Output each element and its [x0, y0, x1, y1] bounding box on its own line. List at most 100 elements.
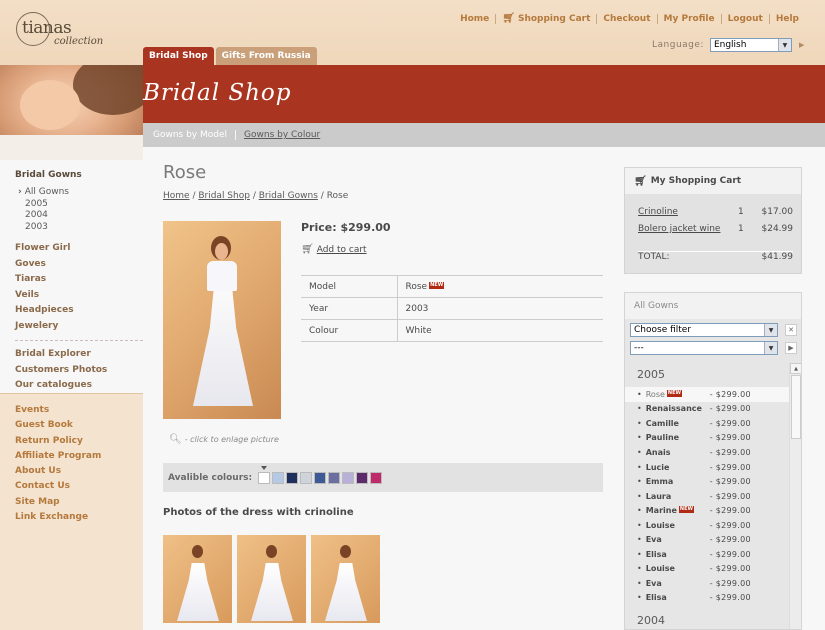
sidebar-item-bridal-explorer[interactable]: Bridal Explorer — [15, 347, 143, 363]
nav-checkout[interactable]: Checkout — [603, 14, 650, 24]
crinoline-photo-thumbnail[interactable] — [311, 535, 380, 623]
list-item[interactable]: • Camille - $299.00 — [625, 416, 789, 431]
nav-logout[interactable]: Logout — [728, 14, 763, 24]
sidebar-item-goves[interactable]: Goves — [15, 257, 143, 273]
colour-swatch[interactable] — [286, 471, 299, 484]
product-photo[interactable] — [163, 221, 281, 419]
nav-my-profile[interactable]: My Profile — [664, 14, 715, 24]
arrow-right-icon[interactable]: ▶ — [785, 342, 797, 354]
cart-item-name[interactable]: Crinoline — [638, 207, 738, 217]
nav-help[interactable]: Help — [776, 14, 799, 24]
subnav-gowns-by-model[interactable]: Gowns by Model — [153, 130, 227, 140]
sidebar-item-return-policy[interactable]: Return Policy — [15, 434, 143, 449]
sidebar-item-about-us[interactable]: About Us — [15, 464, 143, 479]
list-item[interactable]: • Louise - $299.00 — [625, 562, 789, 577]
list-item[interactable]: • Eva - $299.00 — [625, 576, 789, 591]
bullet: • — [637, 549, 642, 559]
arrow-right-icon[interactable]: ▶ — [799, 41, 804, 49]
nav-home[interactable]: Home — [460, 14, 489, 24]
language-select[interactable]: English ▼ — [709, 38, 792, 52]
subfilter-select[interactable]: --- ▼ — [630, 341, 778, 355]
list-item[interactable]: • Anais - $299.00 — [625, 445, 789, 460]
chevron-down-icon: ▼ — [764, 324, 777, 336]
list-item[interactable]: • Pauline - $299.00 — [625, 431, 789, 446]
sidebar-item-headpieces[interactable]: Headpieces — [15, 303, 143, 319]
sidebar-item-affiliate-program[interactable]: Affiliate Program — [15, 449, 143, 464]
colour-swatch[interactable] — [300, 471, 313, 484]
gown-price: - $299.00 — [709, 549, 751, 559]
shopping-cart-icon: 🛒︎ — [301, 244, 314, 255]
gown-name: Elisa — [645, 593, 667, 603]
magnifier-icon: 🔍︎ — [169, 434, 182, 445]
enlarge-picture-link[interactable]: 🔍︎ - click to enlage picture — [169, 434, 279, 445]
cart-item-qty: 1 — [738, 207, 744, 217]
cart-total-label: TOTAL: — [638, 252, 670, 262]
spec-model-value: Rose — [405, 281, 428, 292]
gown-name: Louise — [645, 564, 675, 574]
gown-name: Lucie — [645, 462, 670, 472]
sidebar-item-our-catalogues[interactable]: Our catalogues — [15, 378, 143, 394]
colour-swatch[interactable] — [370, 471, 383, 484]
nav-shopping-cart[interactable]: 🛒︎ Shopping Cart — [502, 13, 590, 24]
colour-swatch[interactable] — [328, 471, 341, 484]
bullet: • — [637, 447, 642, 457]
breadcrumb-bridal-shop[interactable]: Bridal Shop — [198, 191, 250, 201]
bride-portrait-image — [0, 65, 143, 160]
colour-swatch[interactable] — [356, 471, 369, 484]
scroll-up-icon[interactable]: ▲ — [790, 363, 801, 374]
colour-swatch[interactable] — [272, 471, 285, 484]
gown-name: Pauline — [645, 433, 680, 443]
spec-value: 2003 — [397, 297, 603, 320]
list-item[interactable]: • Louise - $299.00 — [625, 518, 789, 533]
logo[interactable]: tianas collection — [16, 12, 116, 48]
list-item[interactable]: • Elisa - $299.00 — [625, 547, 789, 562]
list-item[interactable]: • Rose NEW - $299.00 — [625, 387, 789, 402]
list-item[interactable]: • Emma - $299.00 — [625, 474, 789, 489]
sidebar-item-tiaras[interactable]: Tiaras — [15, 272, 143, 288]
sidebar-item-veils[interactable]: Veils — [15, 288, 143, 304]
sidebar-item-all-gowns[interactable]: All Gowns — [18, 187, 143, 199]
gown-list-scrollbar[interactable]: ▲ — [789, 363, 801, 629]
colour-swatch[interactable] — [258, 465, 271, 484]
sidebar-item-flower-girl[interactable]: Flower Girl — [15, 241, 143, 257]
gown-name: Renaissance — [645, 404, 702, 414]
sidebar-item-events[interactable]: Events — [15, 403, 143, 418]
table-row: Colour White — [301, 319, 603, 342]
add-to-cart-button[interactable]: 🛒︎ Add to cart — [301, 244, 367, 255]
sidebar-item-2004[interactable]: 2004 — [25, 210, 143, 222]
tab-bridal-shop[interactable]: Bridal Shop — [143, 47, 214, 65]
subnav-gowns-by-colour[interactable]: Gowns by Colour — [244, 130, 320, 140]
cart-item-name[interactable]: Bolero jacket wine — [638, 224, 738, 234]
sidebar-item-jewelery[interactable]: Jewelery — [15, 319, 143, 335]
sidebar-item-customers-photos[interactable]: Customers Photos — [15, 363, 143, 379]
new-badge: NEW — [429, 281, 445, 289]
bullet: • — [637, 491, 642, 501]
close-icon[interactable]: ✕ — [785, 324, 797, 336]
breadcrumb-home[interactable]: Home — [163, 191, 190, 201]
list-item[interactable]: • Renaissance - $299.00 — [625, 402, 789, 417]
sidebar-item-contact-us[interactable]: Contact Us — [15, 479, 143, 494]
sidebar-item-2005[interactable]: 2005 — [25, 199, 143, 211]
list-item[interactable]: • Laura - $299.00 — [625, 489, 789, 504]
crinoline-photo-thumbnail[interactable] — [163, 535, 232, 623]
shopping-cart-icon: 🛒︎ — [634, 175, 647, 187]
filter-select[interactable]: Choose filter ▼ — [630, 323, 778, 337]
breadcrumb-bridal-gowns[interactable]: Bridal Gowns — [259, 191, 318, 201]
sidebar-heading-bridal-gowns[interactable]: Bridal Gowns — [15, 170, 143, 180]
list-item[interactable]: • Marine NEW - $299.00 — [625, 503, 789, 518]
crinoline-photo-thumbnail[interactable] — [237, 535, 306, 623]
bullet: • — [637, 477, 642, 487]
tab-gifts-from-russia[interactable]: Gifts From Russia — [215, 47, 317, 65]
sidebar-item-2003[interactable]: 2003 — [25, 222, 143, 234]
sidebar-item-site-map[interactable]: Site Map — [15, 495, 143, 510]
list-item[interactable]: • Elisa - $299.00 — [625, 591, 789, 606]
all-gowns-box: All Gowns Choose filter ▼ ✕ --- ▼ ▶ 2005… — [624, 292, 802, 630]
scrollbar-thumb[interactable] — [791, 375, 801, 439]
list-item[interactable]: • Lucie - $299.00 — [625, 460, 789, 475]
sidebar-item-guest-book[interactable]: Guest Book — [15, 418, 143, 433]
colour-swatch[interactable] — [314, 471, 327, 484]
bullet: • — [637, 389, 642, 399]
colour-swatch[interactable] — [342, 471, 355, 484]
sidebar-item-link-exchange[interactable]: Link Exchange — [15, 510, 143, 525]
list-item[interactable]: • Eva - $299.00 — [625, 533, 789, 548]
